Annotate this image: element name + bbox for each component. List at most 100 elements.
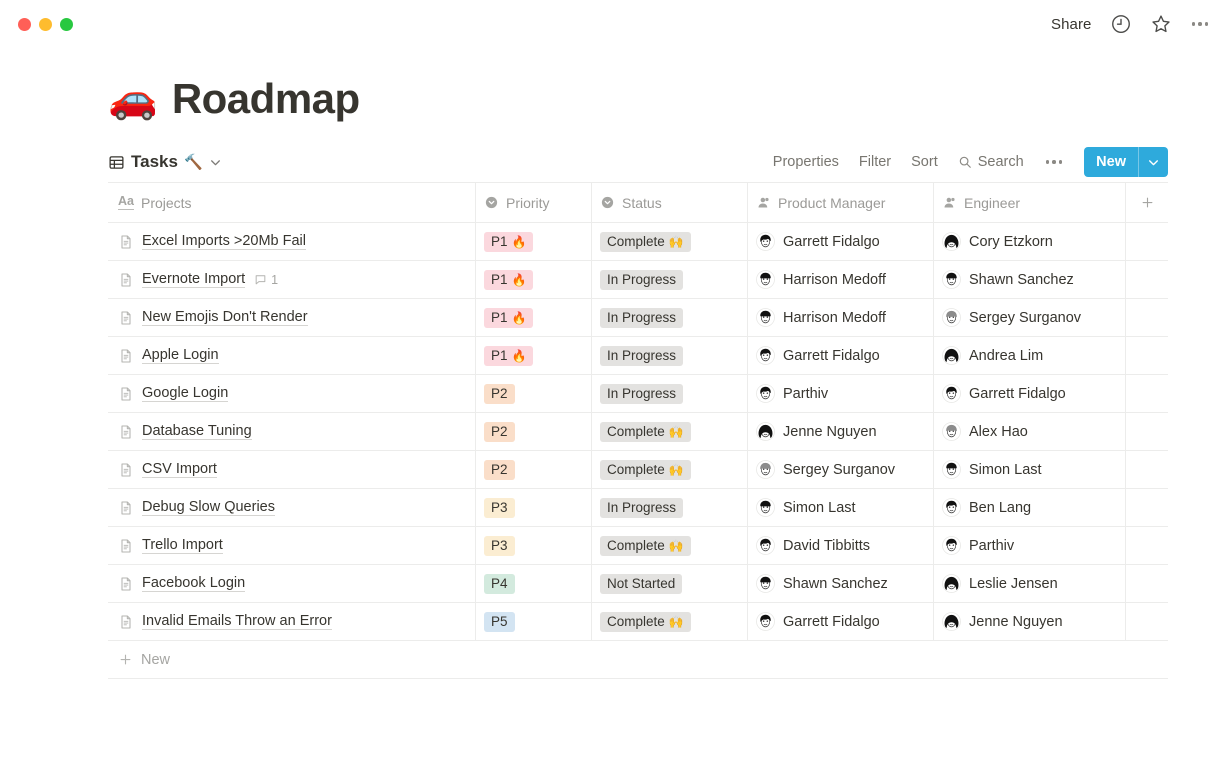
cell-status[interactable]: In Progress	[592, 299, 748, 336]
cell-status[interactable]: In Progress	[592, 489, 748, 526]
project-title[interactable]: Facebook Login	[142, 575, 246, 592]
cell-project[interactable]: Google Login	[108, 375, 476, 412]
cell-engineer[interactable]: Cory Etzkorn	[934, 223, 1126, 260]
cell-priority[interactable]: P3	[476, 527, 592, 564]
project-title[interactable]: Evernote Import	[142, 271, 246, 288]
cell-status[interactable]: In Progress	[592, 375, 748, 412]
table-row[interactable]: Google Login P2 In Progress Parthiv Garrett …	[108, 375, 1168, 413]
column-header-priority[interactable]: Priority	[476, 183, 592, 222]
cell-project[interactable]: New Emojis Don't Render	[108, 299, 476, 336]
cell-status[interactable]: Complete 🙌	[592, 527, 748, 564]
project-title[interactable]: Trello Import	[142, 537, 223, 554]
new-button[interactable]: New	[1084, 147, 1168, 177]
cell-priority[interactable]: P4	[476, 565, 592, 602]
cell-product-manager[interactable]: Shawn Sanchez	[748, 565, 934, 602]
cell-status[interactable]: Complete 🙌	[592, 413, 748, 450]
table-row[interactable]: Excel Imports >20Mb Fail P1 🔥 Complete 🙌 Garr…	[108, 223, 1168, 261]
star-icon[interactable]	[1150, 13, 1172, 35]
table-row[interactable]: Apple Login P1 🔥 In Progress Garrett Fidalgo…	[108, 337, 1168, 375]
new-button-chevron-down-icon[interactable]	[1139, 147, 1168, 177]
table-row[interactable]: CSV Import P2 Complete 🙌 Sergey Surganov Simo…	[108, 451, 1168, 489]
project-title[interactable]: New Emojis Don't Render	[142, 309, 308, 326]
cell-project[interactable]: Invalid Emails Throw an Error	[108, 603, 476, 640]
table-row[interactable]: Evernote Import 1 P1 🔥 In Progress Harrison M…	[108, 261, 1168, 299]
cell-priority[interactable]: P1 🔥	[476, 223, 592, 260]
cell-engineer[interactable]: Andrea Lim	[934, 337, 1126, 374]
cell-product-manager[interactable]: Jenne Nguyen	[748, 413, 934, 450]
cell-engineer[interactable]: Shawn Sanchez	[934, 261, 1126, 298]
cell-product-manager[interactable]: Garrett Fidalgo	[748, 603, 934, 640]
cell-priority[interactable]: P1 🔥	[476, 299, 592, 336]
cell-priority[interactable]: P2	[476, 375, 592, 412]
cell-engineer[interactable]: Leslie Jensen	[934, 565, 1126, 602]
table-row[interactable]: Database Tuning P2 Complete 🙌 Jenne Nguyen Al…	[108, 413, 1168, 451]
cell-priority[interactable]: P5	[476, 603, 592, 640]
cell-product-manager[interactable]: Harrison Medoff	[748, 261, 934, 298]
cell-priority[interactable]: P2	[476, 451, 592, 488]
tab-tasks[interactable]: Tasks 🔨	[108, 152, 222, 172]
cell-engineer[interactable]: Ben Lang	[934, 489, 1126, 526]
project-title[interactable]: Apple Login	[142, 347, 219, 364]
minimize-window-button[interactable]	[39, 17, 52, 31]
cell-project[interactable]: CSV Import	[108, 451, 476, 488]
chevron-down-icon[interactable]	[209, 156, 222, 169]
cell-engineer[interactable]: Alex Hao	[934, 413, 1126, 450]
page-title-text[interactable]: Roadmap	[172, 78, 360, 120]
column-header-product-manager[interactable]: Product Manager	[748, 183, 934, 222]
cell-engineer[interactable]: Sergey Surganov	[934, 299, 1126, 336]
cell-priority[interactable]: P2	[476, 413, 592, 450]
cell-status[interactable]: Complete 🙌	[592, 451, 748, 488]
table-row[interactable]: Invalid Emails Throw an Error P5 Complete 🙌…	[108, 603, 1168, 641]
project-title[interactable]: CSV Import	[142, 461, 217, 478]
project-title[interactable]: Google Login	[142, 385, 229, 402]
history-clock-icon[interactable]	[1110, 13, 1132, 35]
cell-project[interactable]: Database Tuning	[108, 413, 476, 450]
view-more-options-icon[interactable]	[1044, 160, 1065, 164]
table-row[interactable]: Debug Slow Queries P3 In Progress Simon Las…	[108, 489, 1168, 527]
cell-status[interactable]: Complete 🙌	[592, 603, 748, 640]
cell-priority[interactable]: P3	[476, 489, 592, 526]
cell-engineer[interactable]: Garrett Fidalgo	[934, 375, 1126, 412]
project-title[interactable]: Invalid Emails Throw an Error	[142, 613, 332, 630]
search-button[interactable]: Search	[958, 154, 1024, 170]
table-row[interactable]: Trello Import P3 Complete 🙌 David Tibbitts Pa…	[108, 527, 1168, 565]
cell-project[interactable]: Debug Slow Queries	[108, 489, 476, 526]
cell-product-manager[interactable]: David Tibbitts	[748, 527, 934, 564]
cell-product-manager[interactable]: Simon Last	[748, 489, 934, 526]
close-window-button[interactable]	[18, 17, 31, 31]
cell-project[interactable]: Apple Login	[108, 337, 476, 374]
project-title[interactable]: Debug Slow Queries	[142, 499, 275, 516]
cell-project[interactable]: Trello Import	[108, 527, 476, 564]
share-button[interactable]: Share	[1051, 16, 1092, 33]
filter-button[interactable]: Filter	[859, 154, 891, 170]
column-header-projects[interactable]: Aa Projects	[108, 183, 476, 222]
more-options-icon[interactable]	[1190, 22, 1211, 26]
cell-project[interactable]: Excel Imports >20Mb Fail	[108, 223, 476, 260]
table-row[interactable]: New Emojis Don't Render P1 🔥 In Progress Har…	[108, 299, 1168, 337]
cell-priority[interactable]: P1 🔥	[476, 261, 592, 298]
cell-project[interactable]: Evernote Import 1	[108, 261, 476, 298]
cell-engineer[interactable]: Jenne Nguyen	[934, 603, 1126, 640]
table-row[interactable]: Facebook Login P4 Not Started Shawn Sanchez…	[108, 565, 1168, 603]
project-title[interactable]: Excel Imports >20Mb Fail	[142, 233, 306, 250]
cell-product-manager[interactable]: Parthiv	[748, 375, 934, 412]
project-title[interactable]: Database Tuning	[142, 423, 252, 440]
properties-button[interactable]: Properties	[773, 154, 839, 170]
cell-status[interactable]: Complete 🙌	[592, 223, 748, 260]
comment-count[interactable]: 1	[254, 273, 278, 287]
page-icon-emoji[interactable]: 🚗	[108, 79, 158, 119]
cell-product-manager[interactable]: Sergey Surganov	[748, 451, 934, 488]
cell-priority[interactable]: P1 🔥	[476, 337, 592, 374]
cell-engineer[interactable]: Parthiv	[934, 527, 1126, 564]
cell-status[interactable]: In Progress	[592, 337, 748, 374]
column-header-status[interactable]: Status	[592, 183, 748, 222]
cell-product-manager[interactable]: Harrison Medoff	[748, 299, 934, 336]
cell-status[interactable]: Not Started	[592, 565, 748, 602]
cell-product-manager[interactable]: Garrett Fidalgo	[748, 223, 934, 260]
cell-engineer[interactable]: Simon Last	[934, 451, 1126, 488]
maximize-window-button[interactable]	[60, 17, 73, 31]
sort-button[interactable]: Sort	[911, 154, 938, 170]
column-header-engineer[interactable]: Engineer	[934, 183, 1126, 222]
cell-product-manager[interactable]: Garrett Fidalgo	[748, 337, 934, 374]
cell-status[interactable]: In Progress	[592, 261, 748, 298]
